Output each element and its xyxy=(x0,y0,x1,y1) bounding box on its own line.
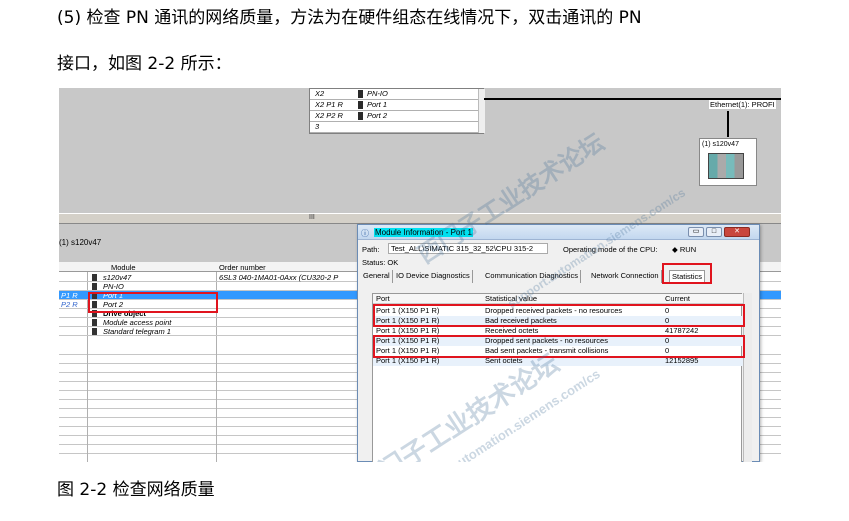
status-text: Status: OK xyxy=(362,258,399,267)
info-icon: ⓘ xyxy=(361,229,369,238)
io-device-station[interactable]: (1) s120v47 xyxy=(699,138,757,186)
rack-row[interactable]: X2 PN-IO xyxy=(310,89,485,100)
drive-device-icon xyxy=(708,153,744,179)
statistics-header: Port Statistical value Current xyxy=(373,294,743,304)
rack-scrollbar[interactable] xyxy=(478,89,485,133)
highlight-received-stats xyxy=(373,304,745,327)
col-current-header: Current xyxy=(665,294,691,303)
operating-mode-value: ◆ RUN xyxy=(672,245,697,254)
row-module: PN-IO xyxy=(103,282,124,291)
row-port: Port 1 (X150 P1 R) xyxy=(376,326,440,335)
row-module: Module access point xyxy=(103,318,172,327)
rack-slot-table: X2 PN-IO X2 P1 R Port 1 X2 P2 R Port 2 3 xyxy=(309,88,485,134)
station-label: (1) s120v47 xyxy=(702,141,739,148)
row-slot: P1 R xyxy=(61,291,78,300)
rack-slot: 3 xyxy=(315,122,320,131)
tab-io-device-diagnostics[interactable]: IO Device Diagnostics xyxy=(394,270,473,283)
row-slot: P2 R xyxy=(61,300,78,309)
module-icon xyxy=(358,90,363,98)
ethernet-drop-line xyxy=(727,111,729,137)
col-order-header: Order number xyxy=(219,263,266,272)
figure-caption: 图 2-2 检查网络质量 xyxy=(57,480,215,500)
splitter-grip-icon: III xyxy=(309,214,315,221)
module-icon xyxy=(358,101,363,109)
module-icon xyxy=(92,274,97,281)
minimize-button[interactable]: ▭ xyxy=(688,227,704,237)
rack-slot: X2 P1 R xyxy=(315,100,343,109)
close-button[interactable]: ✕ xyxy=(724,227,750,237)
rack-row[interactable]: X2 P2 R Port 2 xyxy=(310,111,485,122)
row-current-value: 41787242 xyxy=(665,326,699,335)
run-status-text: RUN xyxy=(679,245,697,254)
rack-module: Port 2 xyxy=(367,111,388,120)
highlight-sent-stats xyxy=(373,335,745,358)
rack-module: Port 1 xyxy=(367,100,388,109)
maximize-button[interactable]: □ xyxy=(706,227,722,237)
row-module: Standard telegram 1 xyxy=(103,327,171,336)
row-order-number: 6SL3 040-1MA01-0Axx (CU320-2 P xyxy=(219,273,339,282)
row-module: s120v47 xyxy=(103,273,132,282)
station-title: (1) s120v47 xyxy=(59,238,102,247)
path-label: Path: xyxy=(362,245,380,254)
highlight-port1-row xyxy=(88,292,218,313)
tab-general[interactable]: General xyxy=(361,270,393,283)
paragraph-line-1: (5) 检查 PN 通讯的网络质量，方法为在硬件组态在线情况下，双击通讯的 PN xyxy=(57,8,642,28)
module-icon xyxy=(92,328,97,335)
paragraph-line-2: 接口，如图 2-2 所示： xyxy=(57,54,232,74)
rack-slot: X2 P2 R xyxy=(315,111,343,120)
highlight-statistics-tab xyxy=(662,263,712,284)
col-port-header: Port xyxy=(376,294,390,303)
ethernet-label: Ethernet(1): PROFI xyxy=(709,100,776,109)
module-icon xyxy=(92,283,97,290)
view-splitter[interactable]: III xyxy=(59,213,781,224)
module-icon xyxy=(358,112,363,120)
tab-network-connection[interactable]: Network Connection xyxy=(589,270,662,283)
row-statistic: Received octets xyxy=(485,326,539,335)
rack-slot: X2 xyxy=(315,89,325,98)
rack-row[interactable]: 3 xyxy=(310,122,485,133)
hw-config-screenshot: X2 PN-IO X2 P1 R Port 1 X2 P2 R Port 2 3… xyxy=(59,88,781,462)
rack-row[interactable]: X2 P1 R Port 1 xyxy=(310,100,485,111)
col-module-header: Module xyxy=(111,263,136,272)
rack-module: PN-IO xyxy=(367,89,388,98)
module-icon xyxy=(92,319,97,326)
